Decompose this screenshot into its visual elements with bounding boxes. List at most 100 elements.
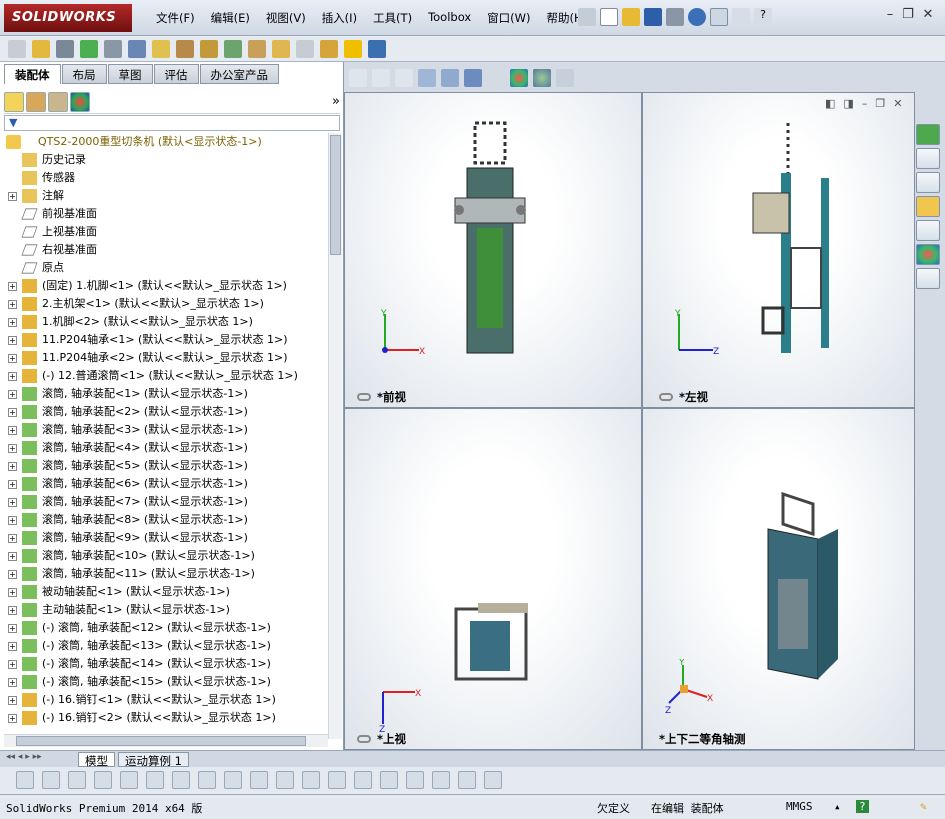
tree-vertical-scrollbar[interactable] [328,133,342,739]
expand-toggle-icon[interactable]: + [8,336,17,345]
viewport-restore-icon[interactable]: ❐ [875,97,885,110]
expand-toggle-icon[interactable]: + [8,192,17,201]
tree-item[interactable]: + 被动轴装配<1> (默认<显示状态-1>) [2,583,328,601]
bill-of-materials-icon[interactable] [248,40,266,58]
tree-item[interactable]: + (-) 16.销钉<1> (默认<<默认>_显示状态 1>) [2,691,328,709]
tree-item[interactable]: +1.机脚<2> (默认<<默认>_显示状态 1>) [2,313,328,331]
custom-properties-icon[interactable] [916,268,940,289]
tree-item[interactable]: 传感器 [2,169,328,187]
expand-toggle-icon[interactable]: + [8,426,17,435]
trim-icon[interactable] [146,771,164,789]
tab-model[interactable]: 模型 [78,752,115,768]
tree-item[interactable]: +2.主机架<1> (默认<<默认>_显示状态 1>) [2,295,328,313]
property-manager-icon[interactable] [26,91,46,112]
status-units[interactable]: MMGS [786,800,813,813]
relation-icon[interactable] [224,771,242,789]
tree-item[interactable]: 历史记录 [2,151,328,169]
expand-toggle-icon[interactable]: + [8,300,17,309]
rectangle-icon[interactable] [276,771,294,789]
new-motion-study-icon[interactable] [224,40,242,58]
feature-tree-icon[interactable] [4,91,24,112]
tree-item[interactable]: + (-) 滚筒, 轴承装配<12> (默认<显示状态-1>) [2,619,328,637]
angle-icon[interactable] [172,771,190,789]
save-icon[interactable] [644,8,662,26]
tree-item[interactable]: + 滚筒, 轴承装配<9> (默认<显示状态-1>) [2,529,328,547]
print-icon[interactable] [666,8,684,26]
linear-pattern-icon[interactable] [80,40,98,58]
tree-root-assembly[interactable]: QTS2-2000重型切条机 (默认<显示状态-1>) [2,133,328,151]
assembly-features-icon[interactable] [176,40,194,58]
line-icon[interactable] [94,771,112,789]
zoom-to-fit-icon[interactable] [349,69,367,87]
tree-horizontal-scrollbar[interactable] [4,734,328,747]
home-icon[interactable] [916,148,940,169]
configuration-manager-icon[interactable] [48,91,68,112]
expand-toggle-icon[interactable]: + [8,372,17,381]
solidworks-resources-icon[interactable] [916,124,940,145]
tree-item[interactable]: + (-) 滚筒, 轴承装配<15> (默认<显示状态-1>) [2,673,328,691]
sketch-angle-icon[interactable] [380,771,398,789]
interference-detection-icon[interactable] [320,40,338,58]
tab-0[interactable]: 装配体 [4,64,61,84]
new-document-icon[interactable] [600,8,618,26]
help-icon[interactable]: ? [754,8,772,26]
insert-components-icon[interactable] [8,40,26,58]
expand-toggle-icon[interactable]: + [8,282,17,291]
grid-icon[interactable] [354,771,372,789]
view-cube-icon[interactable] [406,771,424,789]
expand-toggle-icon[interactable]: + [8,624,17,633]
tree-item[interactable]: 原点 [2,259,328,277]
view-link-icon[interactable] [357,735,371,743]
centerline-icon[interactable] [302,771,320,789]
previous-view-icon[interactable] [395,69,413,87]
hole-alignment-icon[interactable] [368,40,386,58]
tree-item[interactable]: + (-) 12.普通滚筒<1> (默认<<默认>_显示状态 1>) [2,367,328,385]
expand-toggle-icon[interactable]: + [8,714,17,723]
tree-item[interactable]: + 注解 [2,187,328,205]
linear-sketch-pattern-icon[interactable] [328,771,346,789]
tree-item[interactable]: + (固定) 1.机脚<1> (默认<<默认>_显示状态 1>) [2,277,328,295]
design-library-icon[interactable] [916,172,940,193]
expand-toggle-icon[interactable]: + [8,516,17,525]
tree-item[interactable]: + (-) 滚筒, 轴承装配<13> (默认<显示状态-1>) [2,637,328,655]
component-preview-icon[interactable] [56,40,74,58]
tree-item[interactable]: 上视基准面 [2,223,328,241]
front-viewport[interactable]: YX *前视 [344,92,642,408]
tree-item[interactable]: + 滚筒, 轴承装配<10> (默认<显示状态-1>) [2,547,328,565]
tree-item[interactable]: + (-) 16.销钉<2> (默认<<默认>_显示状态 1>) [2,709,328,727]
select-arrow-icon[interactable] [710,8,728,26]
rebuild-status-icon[interactable]: ✎ [920,800,927,813]
menu-item[interactable]: 视图(V) [258,10,314,26]
expand-toggle-icon[interactable]: + [8,462,17,471]
pin-icon[interactable] [578,8,596,26]
zoom-to-area-icon[interactable] [372,69,390,87]
units-arrow-icon[interactable]: ▴ [834,800,841,813]
viewport-close-icon[interactable]: ✕ [893,97,902,110]
section-view-icon[interactable] [418,69,436,87]
restore-icon[interactable]: ❐ [900,8,916,23]
menu-item[interactable]: 工具(T) [365,10,420,26]
table-icon[interactable] [484,771,502,789]
rebuild-icon[interactable] [732,8,750,26]
viewport-minimize-icon[interactable]: – [862,97,868,110]
open-folder-icon[interactable] [622,8,640,26]
expand-toggle-icon[interactable]: + [8,354,17,363]
top-viewport[interactable]: XZ *上视 [344,408,642,750]
tree-item[interactable]: 右视基准面 [2,241,328,259]
tab-motion-study[interactable]: 运动算例 1 [118,752,189,768]
minimize-icon[interactable]: – [882,8,898,23]
filter-field[interactable]: ▼ [4,115,340,131]
expand-toggle-icon[interactable]: + [8,660,17,669]
expand-toggle-icon[interactable]: + [8,552,17,561]
appearances-icon[interactable] [916,244,940,265]
expand-toggle-icon[interactable]: + [8,588,17,597]
expand-panel-icon[interactable]: » [332,94,340,109]
expand-toggle-icon[interactable]: + [8,318,17,327]
status-help-button[interactable]: ? [856,800,869,813]
tab-4[interactable]: 办公室产品 [199,64,279,84]
slot-icon[interactable] [250,771,268,789]
menu-item[interactable]: 编辑(E) [203,10,258,26]
menu-item[interactable]: 窗口(W) [479,10,538,26]
view-next-icon[interactable]: ◨ [843,97,853,110]
expand-toggle-icon[interactable]: + [8,390,17,399]
